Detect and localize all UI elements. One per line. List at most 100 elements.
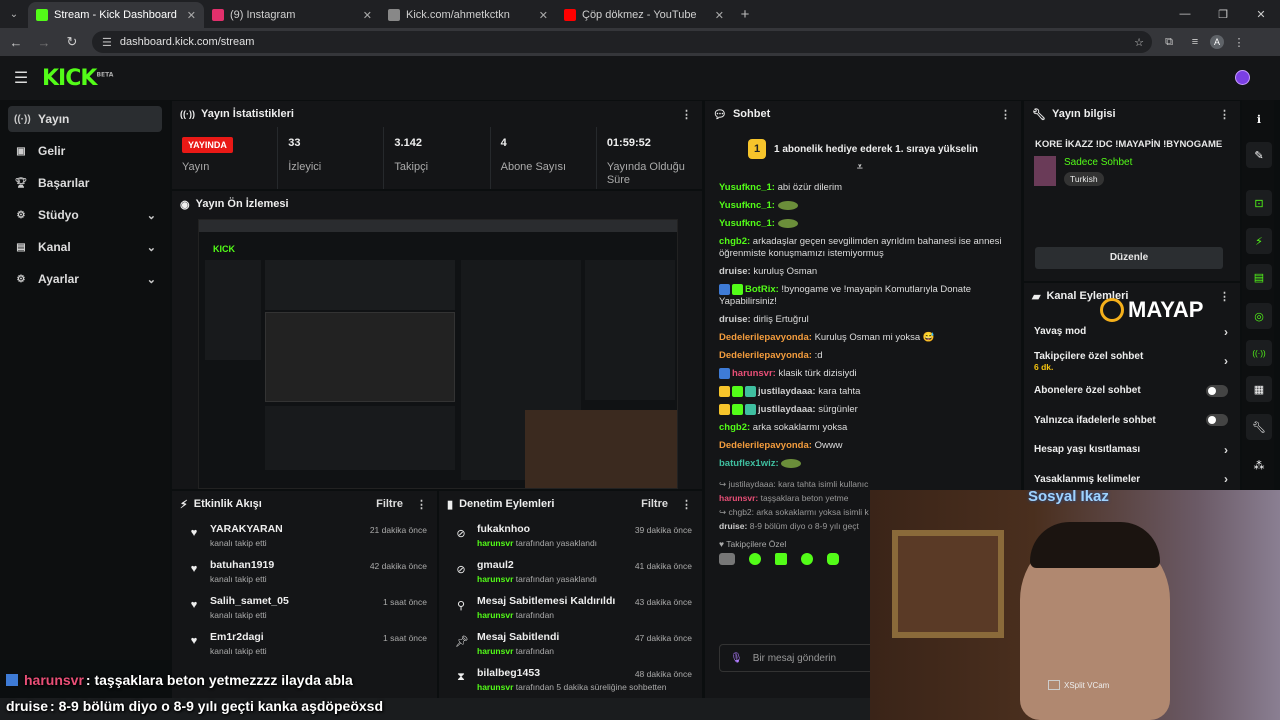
- moderation-actor[interactable]: harunsvr: [477, 610, 513, 620]
- chat-icon[interactable]: ◎: [1246, 303, 1272, 329]
- kick-logo[interactable]: KICKBETA: [42, 66, 113, 91]
- emote-3-icon[interactable]: [775, 553, 787, 566]
- chat-username[interactable]: harunsvr:: [719, 493, 758, 503]
- chevron-right-icon[interactable]: ›: [1224, 472, 1228, 486]
- more-options-icon[interactable]: ⋮: [416, 498, 427, 511]
- document-icon[interactable]: ▤: [1246, 264, 1272, 290]
- emote-4-icon[interactable]: [801, 553, 813, 566]
- chat-message[interactable]: chgb2: arka sokaklarmı yoksa: [705, 419, 1021, 437]
- info-icon[interactable]: ℹ: [1246, 106, 1272, 132]
- more-options-icon[interactable]: ⋮: [681, 498, 692, 511]
- chat-message[interactable]: druise: dirliş Ertuğrul: [705, 311, 1021, 329]
- chat-message[interactable]: druise: kuruluş Osman: [705, 263, 1021, 281]
- chat-username[interactable]: Dedelerilepavyonda:: [719, 332, 812, 343]
- close-tab-icon[interactable]: ✕: [187, 9, 196, 22]
- browser-tab[interactable]: Çöp dökmez - YouTube ✕: [556, 2, 732, 28]
- shapes-icon[interactable]: ⁂: [1246, 452, 1272, 478]
- user-avatar[interactable]: [1235, 70, 1250, 85]
- moderation-actor[interactable]: harunsvr: [477, 682, 513, 692]
- browser-tab[interactable]: Stream - Kick Dashboard ✕: [28, 2, 204, 28]
- more-options-icon[interactable]: ⋮: [1000, 108, 1011, 121]
- more-options-icon[interactable]: ⋮: [681, 108, 692, 121]
- pencil-icon[interactable]: ✎: [1246, 142, 1272, 168]
- edit-button[interactable]: Düzenle: [1035, 247, 1223, 269]
- chat-message[interactable]: justilaydaaa: sürgünler: [705, 401, 1021, 419]
- filter-button[interactable]: Filtre: [641, 498, 668, 510]
- sidebar-item-kanal[interactable]: ▤ Kanal ⌄: [8, 234, 162, 260]
- sidebar-item-gelir[interactable]: ▣ Gelir: [8, 138, 162, 164]
- moderation-row[interactable]: ⚲ Mesaj Sabitlemesi Kaldırıldı harunsvr ta…: [439, 589, 702, 625]
- moderation-row[interactable]: ⧗ bilalbeg1453 harunsvr tarafından 5 dakik…: [439, 661, 702, 697]
- address-bar[interactable]: ☰ dashboard.kick.com/stream ☆: [92, 31, 1152, 53]
- chat-username[interactable]: batuflex1wiz:: [719, 458, 779, 469]
- chat-username[interactable]: Yusufknc_1:: [719, 200, 775, 211]
- chat-username[interactable]: justilaydaaa:: [758, 386, 816, 397]
- media-icon[interactable]: ≡: [1184, 31, 1206, 53]
- new-tab-button[interactable]: +: [732, 2, 758, 28]
- chevron-right-icon[interactable]: ›: [1224, 325, 1228, 339]
- sidebar-item-ayarlar[interactable]: ⚙ Ayarlar ⌄: [8, 266, 162, 292]
- chat-username[interactable]: BotRix:: [745, 284, 779, 295]
- chevron-right-icon[interactable]: ›: [1224, 443, 1228, 457]
- restore-button[interactable]: ❐: [1204, 0, 1242, 28]
- chat-message[interactable]: Dedelerilepavyonda: :d: [705, 347, 1021, 365]
- browser-tab[interactable]: (9) Instagram ✕: [204, 2, 380, 28]
- toggle-switch[interactable]: [1206, 384, 1228, 397]
- moderation-actor[interactable]: harunsvr: [477, 574, 513, 584]
- chat-username[interactable]: druise:: [719, 314, 751, 325]
- chat-message[interactable]: Dedelerilepavyonda: Kuruluş Osman mi yok…: [705, 329, 1021, 347]
- chat-username[interactable]: Dedelerilepavyonda:: [719, 350, 812, 361]
- chat-message[interactable]: chgb2: arkadaşlar geçen sevgilimden ayrı…: [705, 233, 1021, 263]
- channel-action-row[interactable]: Abonelere özel sohbet: [1024, 376, 1240, 406]
- chat-username[interactable]: chgb2:: [719, 236, 750, 247]
- camera-focus-icon[interactable]: ⊡: [1246, 190, 1272, 216]
- activity-row[interactable]: ♥ Salih_samet_05 kanalı takip etti 1 saat ö…: [172, 589, 437, 625]
- category-name[interactable]: Sadece Sohbet: [1064, 157, 1132, 168]
- chat-username[interactable]: Dedelerilepavyonda:: [719, 440, 812, 451]
- sidebar-item-yayin[interactable]: ((·)) Yayın: [8, 106, 162, 132]
- emote-1-icon[interactable]: [719, 553, 735, 566]
- moderation-row[interactable]: ⊘ gmaul2 harunsvr tarafından yasaklandı 41 …: [439, 553, 702, 589]
- lightning-icon[interactable]: ⚡︎: [1246, 228, 1272, 254]
- more-options-icon[interactable]: ⋮: [1219, 290, 1230, 303]
- channel-action-row[interactable]: Hesap yaşı kısıtlaması ›: [1024, 435, 1240, 465]
- reload-button[interactable]: ↻: [60, 30, 84, 54]
- chat-username[interactable]: druise:: [719, 266, 751, 277]
- chat-username[interactable]: chgb2:: [719, 422, 750, 433]
- chat-username[interactable]: justilaydaaa:: [758, 404, 816, 415]
- back-button[interactable]: ←: [4, 30, 28, 54]
- chat-message[interactable]: BotRix: !bynogame ve !mayapin Komutlarıy…: [705, 281, 1021, 311]
- chevron-right-icon[interactable]: ›: [1224, 354, 1228, 368]
- id-card-icon[interactable]: ▦: [1246, 376, 1272, 402]
- close-tab-icon[interactable]: ✕: [715, 9, 724, 22]
- chat-username[interactable]: harunsvr:: [732, 368, 776, 379]
- chat-message[interactable]: Yusufknc_1: abi özür dilerim: [705, 179, 1021, 197]
- channel-action-row[interactable]: Yalnızca ifadelerle sohbet: [1024, 406, 1240, 436]
- chat-message[interactable]: Yusufknc_1:: [705, 215, 1021, 233]
- activity-row[interactable]: ♥ Em1r2dagi kanalı takip etti 1 saat önce: [172, 625, 437, 661]
- chat-reply[interactable]: ↪ justilaydaaa: kara tahta isimli kullan…: [705, 477, 1021, 491]
- profile-avatar[interactable]: A: [1210, 35, 1224, 49]
- chat-message[interactable]: Yusufknc_1:: [705, 197, 1021, 215]
- pinned-collapse-icon[interactable]: ⩡: [857, 162, 863, 173]
- chat-username[interactable]: Yusufknc_1:: [719, 218, 775, 229]
- channel-action-row[interactable]: Yavaş mod ›: [1024, 317, 1240, 347]
- stream-preview-video[interactable]: KICK: [198, 219, 678, 489]
- emote-5-icon[interactable]: [827, 553, 839, 566]
- gift-sub-banner[interactable]: 1 1 abonelik hediye ederek 1. sıraya yüks…: [705, 127, 1021, 173]
- sidebar-item-studyo[interactable]: ⚙ Stüdyo ⌄: [8, 202, 162, 228]
- emote-2-icon[interactable]: [749, 553, 761, 566]
- close-tab-icon[interactable]: ✕: [539, 9, 548, 22]
- moderation-actor[interactable]: harunsvr: [477, 538, 513, 548]
- minimize-button[interactable]: —: [1166, 0, 1204, 28]
- chat-username[interactable]: druise:: [719, 521, 747, 531]
- chat-username[interactable]: Yusufknc_1:: [719, 182, 775, 193]
- close-tab-icon[interactable]: ✕: [363, 9, 372, 22]
- chat-message[interactable]: harunsvr: klasik türk dizisiydi: [705, 365, 1021, 383]
- moderation-row[interactable]: 📌︎ Mesaj Sabitlendi harunsvr tarafından 47 …: [439, 625, 702, 661]
- channel-action-row[interactable]: Takipçilere özel sohbet 6 dk. ›: [1024, 347, 1240, 377]
- chat-message[interactable]: batuflex1wiz:: [705, 455, 1021, 473]
- broadcast-icon[interactable]: ((·)): [1246, 340, 1272, 366]
- microphone-icon[interactable]: 🎙︎: [730, 653, 743, 664]
- wrench-icon[interactable]: 🔧︎: [1246, 414, 1272, 440]
